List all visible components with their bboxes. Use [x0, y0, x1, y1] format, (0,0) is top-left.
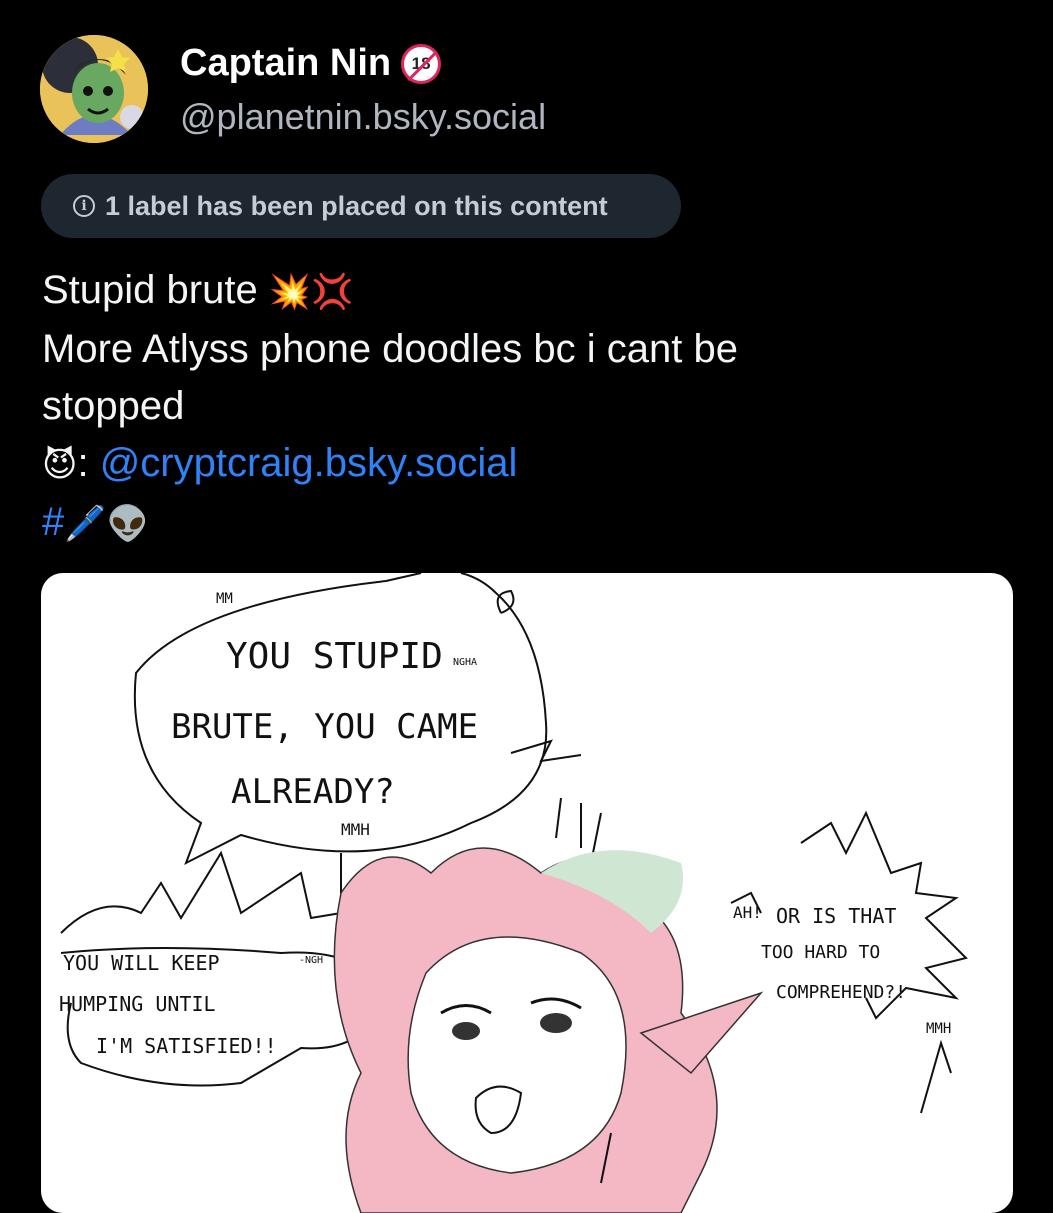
speech-bubble-1-line1: YOU STUPID: [226, 636, 443, 677]
speech-left-line1: YOU WILL KEEP: [63, 951, 220, 975]
speech-right-sfx: MMH: [926, 1021, 951, 1037]
author-display-name[interactable]: Captain Nin: [180, 42, 391, 85]
speech-right-line1: OR IS THAT: [776, 904, 896, 928]
speech-bubble-1-small: NGHA: [453, 657, 477, 668]
post-line-1: Stupid brute 💥💢: [42, 262, 1012, 321]
speech-bubble-1-line2: BRUTE, YOU CAME: [171, 707, 478, 747]
author-handle[interactable]: @planetnin.bsky.social: [180, 96, 546, 138]
speech-bubble-1-sfx: MMH: [341, 820, 370, 839]
post-image[interactable]: YOU STUPID NGHA BRUTE, YOU CAME ALREADY?…: [41, 573, 1013, 1213]
speech-left-line2: HUMPING UNTIL: [59, 992, 216, 1016]
post-text: Stupid brute 💥💢 More Atlyss phone doodle…: [42, 262, 1012, 553]
author-avatar[interactable]: [40, 35, 148, 143]
adult-content-icon: 18: [401, 43, 442, 84]
post-line-2: More Atlyss phone doodles bc i cant be: [42, 327, 738, 371]
content-label-text: 1 label has been placed on this content: [105, 190, 608, 221]
devil-emoji: 😈: [42, 445, 78, 485]
avatar-image: [40, 35, 148, 143]
speech-bubble-1-line3: ALREADY?: [231, 772, 395, 812]
collision-anger-emoji: 💥💢: [268, 272, 354, 312]
post-line-1-text: Stupid brute: [42, 268, 269, 312]
author-display-name-row[interactable]: Captain Nin 18: [180, 42, 442, 85]
speech-right-line2: TOO HARD TO: [761, 942, 880, 963]
sketch-drawing: YOU STUPID NGHA BRUTE, YOU CAME ALREADY?…: [59, 573, 968, 1213]
hashtag-line[interactable]: #🖊️👽: [42, 494, 1012, 553]
mention-separator: :: [77, 441, 100, 485]
speech-right-ah: AH!: [733, 903, 762, 922]
info-icon: i: [73, 195, 95, 217]
post-mention-line: 😈: @cryptcraig.bsky.social: [42, 435, 1012, 494]
speech-right-line3: COMPREHEND?!: [776, 982, 906, 1003]
adult-badge-text: 18: [411, 53, 431, 73]
pen-alien-emoji[interactable]: 🖊️👽: [64, 504, 149, 544]
speech-left-small: -NGH: [299, 955, 323, 966]
speech-left-line3: I'M SATISFIED!!: [96, 1034, 277, 1058]
content-label-button[interactable]: i 1 label has been placed on this conten…: [41, 174, 681, 238]
speech-bubble-1-top: MM: [216, 591, 233, 607]
mention-link[interactable]: @cryptcraig.bsky.social: [100, 441, 518, 485]
post-line-3: stopped: [42, 384, 185, 428]
hashtag-prefix[interactable]: #: [42, 500, 64, 544]
